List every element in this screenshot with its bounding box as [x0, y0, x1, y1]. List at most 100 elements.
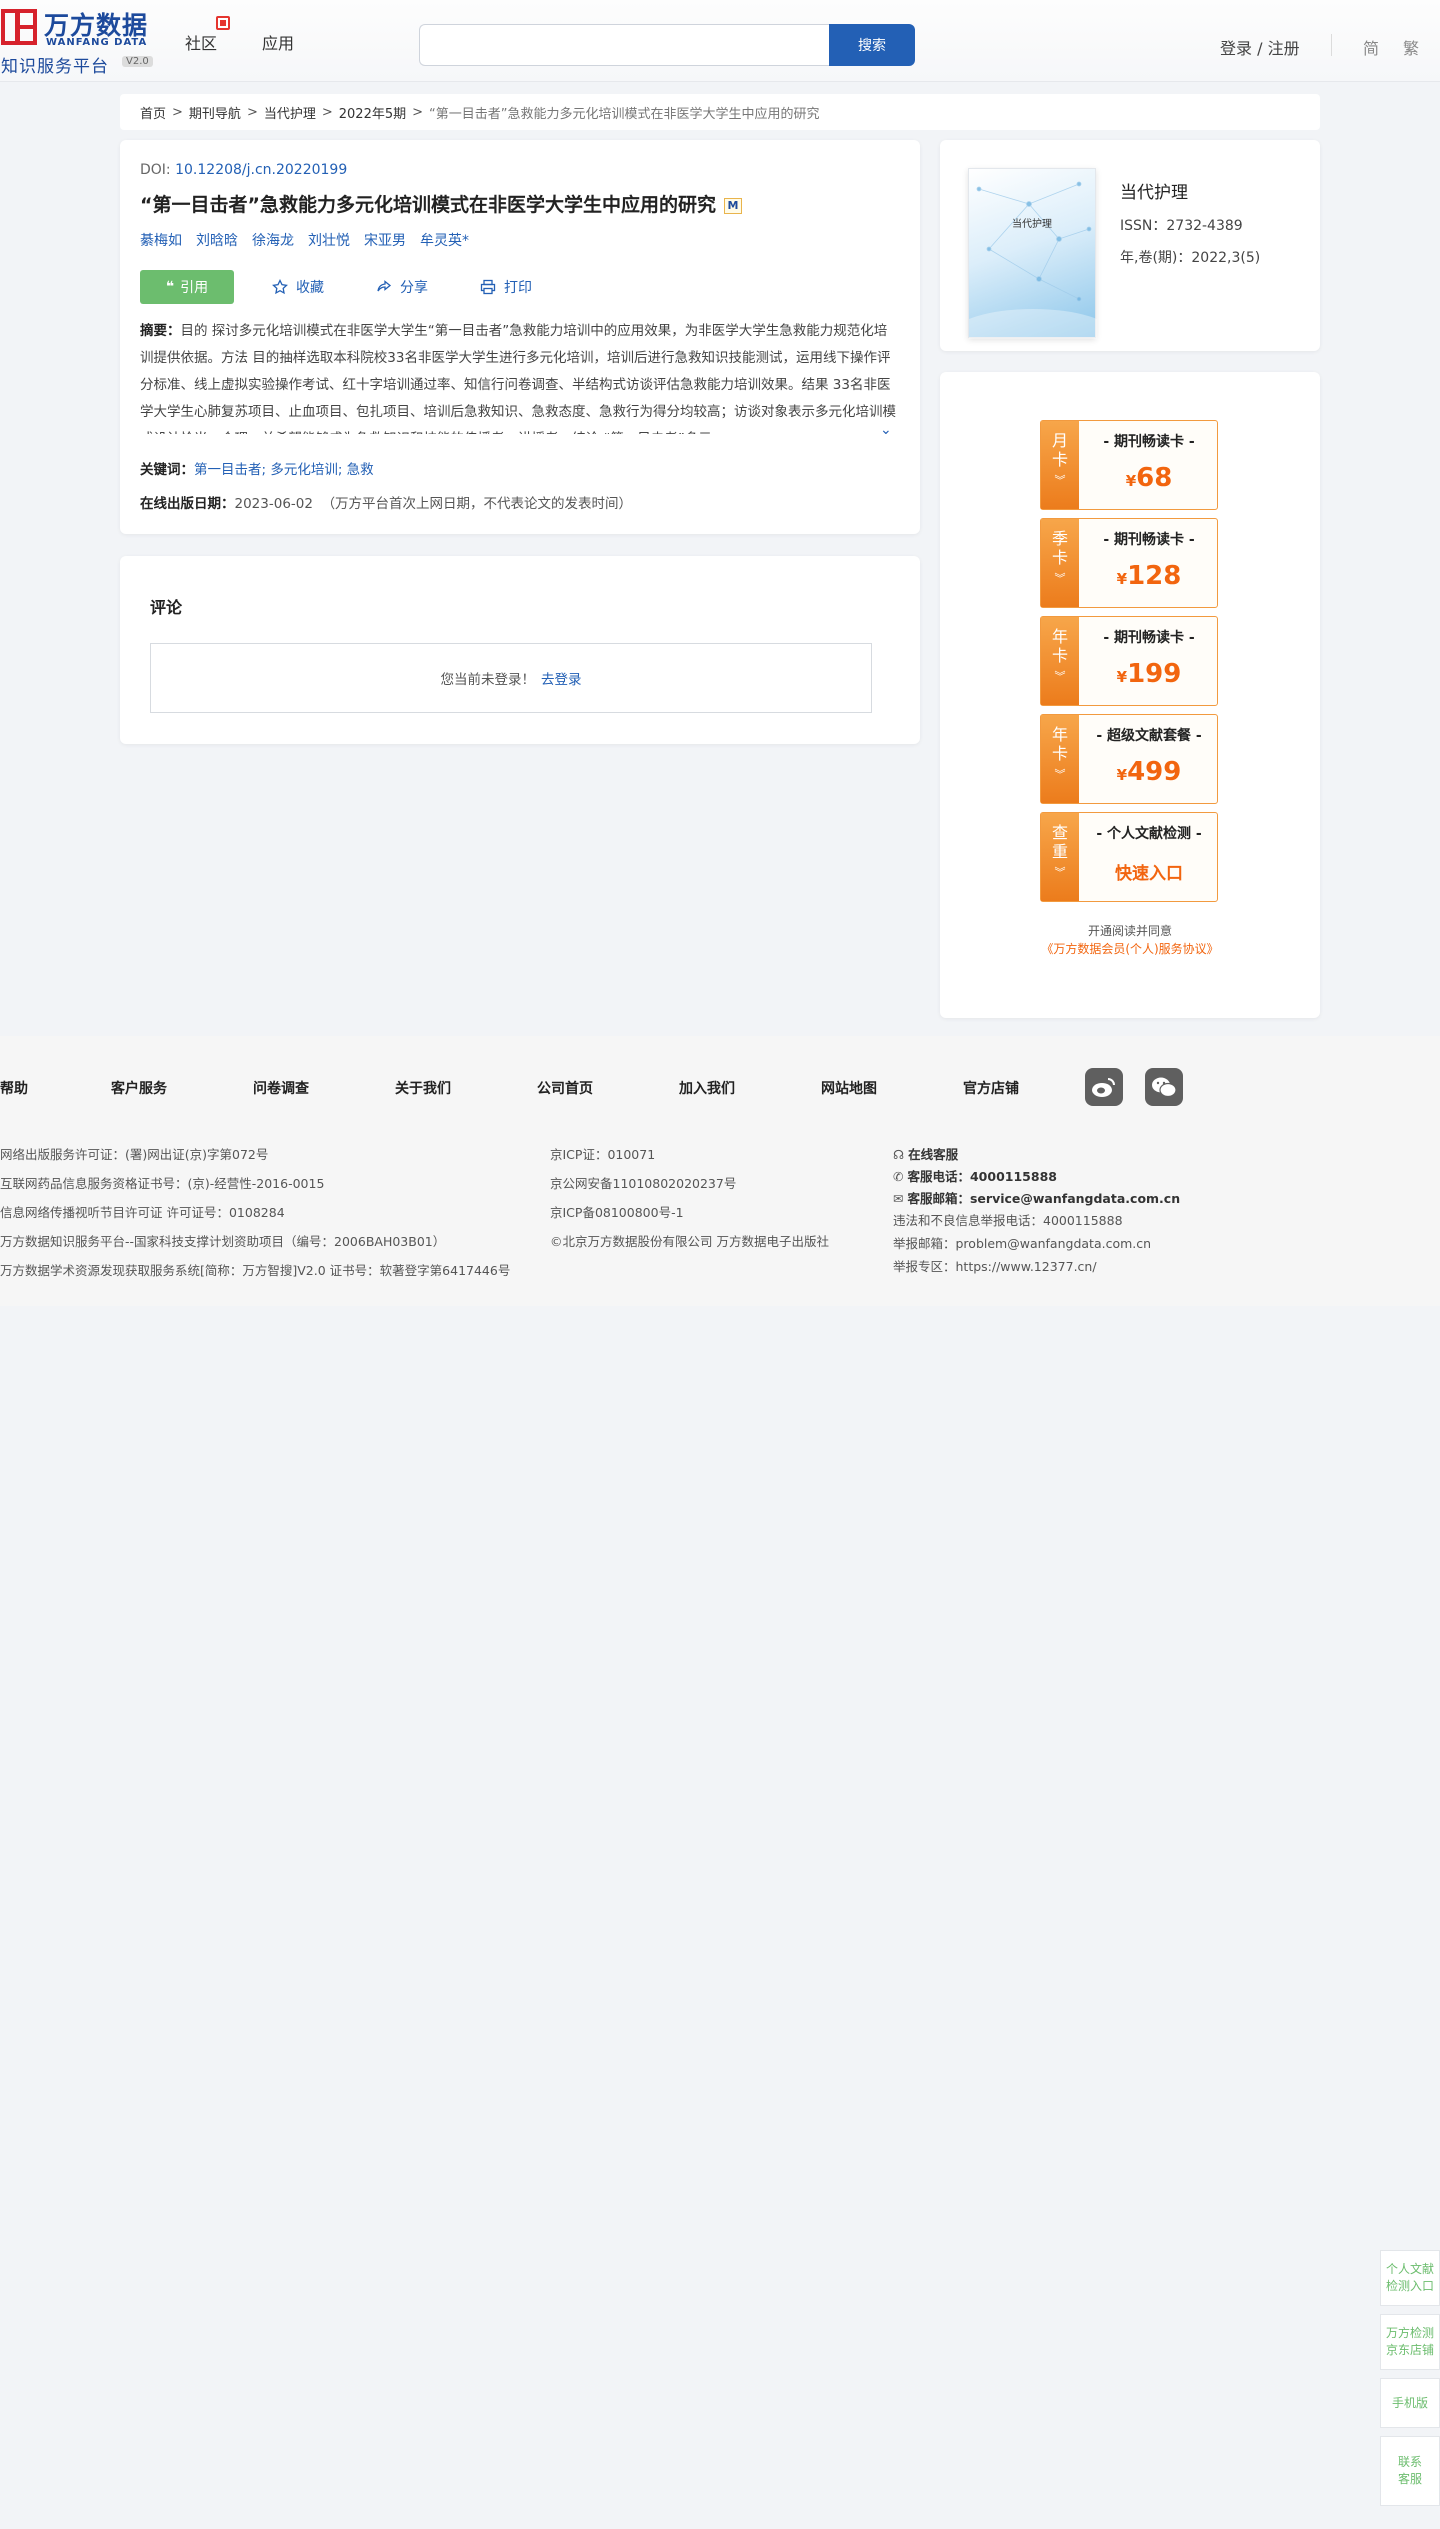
price-value: 68: [1136, 463, 1173, 493]
author-link[interactable]: 宋亚男: [364, 230, 406, 250]
author-link[interactable]: 綦梅如: [140, 230, 182, 250]
offer-name: - 期刊畅读卡 -: [1103, 630, 1195, 646]
author-link[interactable]: 牟灵英*: [420, 230, 469, 250]
logo-en: WANFANG DATA: [46, 37, 148, 48]
lang-simplified[interactable]: 简: [1363, 35, 1379, 59]
pub-date-label: 在线出版日期：: [140, 496, 235, 512]
keyword-links[interactable]: 第一目击者; 多元化培训; 急救: [194, 462, 374, 478]
side-label: 联系: [1397, 2455, 1422, 2469]
nav-apps[interactable]: 应用: [262, 30, 294, 54]
phone-value: 4000115888: [969, 1169, 1057, 1184]
side-jd-store[interactable]: 万方检测 京东店铺: [1380, 2314, 1440, 2370]
breadcrumb-home[interactable]: 首页: [140, 103, 166, 122]
offer-plagiarism-check[interactable]: 查重 ︾ - 个人文献检测 - 快速入口: [1040, 812, 1218, 902]
logo-mark-icon: [1, 9, 37, 45]
wanfang-logo[interactable]: 万方数据 WANFANG DATA 知识服务平台 V2.0: [0, 6, 160, 77]
expand-chevron-icon[interactable]: ⌄: [880, 422, 892, 438]
footer-customer-service-link[interactable]: 客户服务: [111, 1078, 167, 1098]
double-chevron-icon: ︾: [1054, 670, 1066, 683]
service-agreement-link[interactable]: 《万方数据会员(个人)服务协议》: [940, 940, 1320, 957]
side-label: 京东店铺: [1385, 2343, 1434, 2357]
breadcrumb-sep: >: [321, 104, 333, 120]
journal-issn: ISSN：2732-4389: [1120, 218, 1243, 234]
side-mobile[interactable]: 手机版: [1380, 2378, 1440, 2428]
offer-price: ¥199: [1079, 659, 1219, 689]
go-login-link[interactable]: 去登录: [541, 668, 582, 688]
breadcrumb-issue[interactable]: 2022年5期: [339, 103, 406, 122]
share-label: 分享: [400, 280, 428, 296]
offer-price: ¥499: [1079, 757, 1219, 787]
journal-volume: 年,卷(期)：2022,3(5): [1120, 250, 1261, 266]
breadcrumb-journal[interactable]: 当代护理: [264, 103, 316, 122]
report-phone: 违法和不良信息举报电话：4000115888: [893, 1213, 1123, 1228]
author-link[interactable]: 徐海龙: [252, 230, 294, 250]
offer-super-package[interactable]: 年卡 ︾ - 超级文献套餐 - ¥499: [1040, 714, 1218, 804]
side-char: 季: [1051, 529, 1068, 548]
lang-traditional[interactable]: 繁: [1403, 35, 1419, 59]
search-button[interactable]: 搜索: [829, 24, 915, 66]
footer-store-link[interactable]: 官方店铺: [963, 1078, 1019, 1098]
service-email: ✉ 客服邮箱：service@wanfangdata.com.cn: [893, 1188, 1180, 1207]
report-email: 举报邮箱：problem@wanfangdata.com.cn: [893, 1236, 1152, 1251]
offer-monthly-card[interactable]: 月卡 ︾ - 期刊畅读卡 - ¥68: [1040, 420, 1218, 510]
pub-date: 在线出版日期：2023-06-02 （万方平台首次上网日期，不代表论文的发表时间…: [140, 492, 632, 512]
doi-link[interactable]: 10.12208/j.cn.20220199: [175, 162, 347, 178]
journal-cover[interactable]: 当代护理: [968, 168, 1097, 339]
footer-icp-record[interactable]: 京ICP备08100800号-1: [550, 1202, 684, 1221]
top-header: 万方数据 WANFANG DATA 知识服务平台 V2.0 社区 应用 搜索 登…: [0, 0, 1440, 82]
side-contact-service[interactable]: 联系 客服: [1380, 2436, 1440, 2506]
double-chevron-icon: ︾: [1054, 768, 1066, 781]
footer-company-home-link[interactable]: 公司首页: [537, 1078, 593, 1098]
author-list: 綦梅如 刘晗晗 徐海龙 刘壮悦 宋亚男 牟灵英*: [140, 230, 469, 250]
report-zone-link[interactable]: 举报专区：https://www.12377.cn/: [893, 1256, 1097, 1275]
keywords-label: 关键词：: [140, 462, 194, 478]
offer-quarterly-card[interactable]: 季卡 ︾ - 期刊畅读卡 - ¥128: [1040, 518, 1218, 608]
nav-community[interactable]: 社区: [185, 30, 217, 54]
print-label: 打印: [504, 280, 532, 296]
comments-login-box: 您当前未登录！ 去登录: [150, 643, 872, 713]
footer-help-link[interactable]: 帮助: [0, 1078, 28, 1098]
share-button[interactable]: 分享: [376, 277, 428, 297]
wechat-icon[interactable]: [1145, 1068, 1183, 1106]
header-divider: [1331, 34, 1332, 56]
footer-about-link[interactable]: 关于我们: [395, 1078, 451, 1098]
footer-sitemap-link[interactable]: 网站地图: [821, 1078, 877, 1098]
article-title: “第一目击者”急救能力多元化培训模式在非医学大学生中应用的研究 M: [140, 190, 742, 217]
m-badge-icon[interactable]: M: [723, 198, 742, 214]
abstract-text: 目的 探讨多元化培训模式在非医学大学生“第一目击者”急救能力培训中的应用效果，为…: [140, 323, 896, 434]
favorite-button[interactable]: 收藏: [272, 277, 324, 297]
side-label: 检测入口: [1385, 2279, 1434, 2293]
breadcrumb-journal-nav[interactable]: 期刊导航: [189, 103, 241, 122]
breadcrumb-sep: >: [412, 104, 424, 120]
online-service[interactable]: ☊ 在线客服: [893, 1144, 958, 1163]
offer-yearly-card[interactable]: 年卡 ︾ - 期刊畅读卡 - ¥199: [1040, 616, 1218, 706]
comments-title: 评论: [150, 598, 183, 617]
article-actions: ❝ 引用 收藏 分享 打印: [140, 270, 584, 304]
journal-name[interactable]: 当代护理: [1120, 178, 1188, 203]
headset-icon: ☊: [893, 1147, 905, 1162]
author-link[interactable]: 刘晗晗: [196, 230, 238, 250]
offer-side-tag: 年卡 ︾: [1041, 715, 1079, 803]
side-label: 万方检测: [1385, 2326, 1434, 2340]
search-input[interactable]: [419, 24, 829, 66]
quote-icon: ❝: [165, 279, 175, 295]
print-button[interactable]: 打印: [480, 277, 532, 297]
footer-police-record[interactable]: 京公网安备11010802020237号: [550, 1173, 736, 1192]
weibo-icon[interactable]: [1085, 1068, 1123, 1106]
cite-button[interactable]: ❝ 引用: [140, 270, 234, 304]
printer-icon: [480, 279, 496, 295]
quick-entry-link[interactable]: 快速入口: [1079, 859, 1219, 884]
footer-join-link[interactable]: 加入我们: [679, 1078, 735, 1098]
community-badge-icon: [216, 16, 230, 30]
side-char: 重: [1051, 842, 1068, 861]
membership-card: 月卡 ︾ - 期刊畅读卡 - ¥68 季卡 ︾ - 期刊畅读卡 - ¥128 年卡 ︾…: [940, 372, 1320, 1018]
pub-date-note: （万方平台首次上网日期，不代表论文的发表时间）: [321, 496, 633, 512]
online-service-label: 在线客服: [908, 1147, 959, 1162]
side-check-entry[interactable]: 个人文献 检测入口: [1380, 2250, 1440, 2306]
footer-license: 网络出版服务许可证：(署)网出证(京)字第072号: [0, 1147, 269, 1162]
offer-name: - 超级文献套餐 -: [1096, 728, 1202, 744]
login-register-link[interactable]: 登录 / 注册: [1220, 35, 1300, 59]
offer-name: - 期刊畅读卡 -: [1103, 532, 1195, 548]
author-link[interactable]: 刘壮悦: [308, 230, 350, 250]
footer-survey-link[interactable]: 问卷调查: [253, 1078, 309, 1098]
